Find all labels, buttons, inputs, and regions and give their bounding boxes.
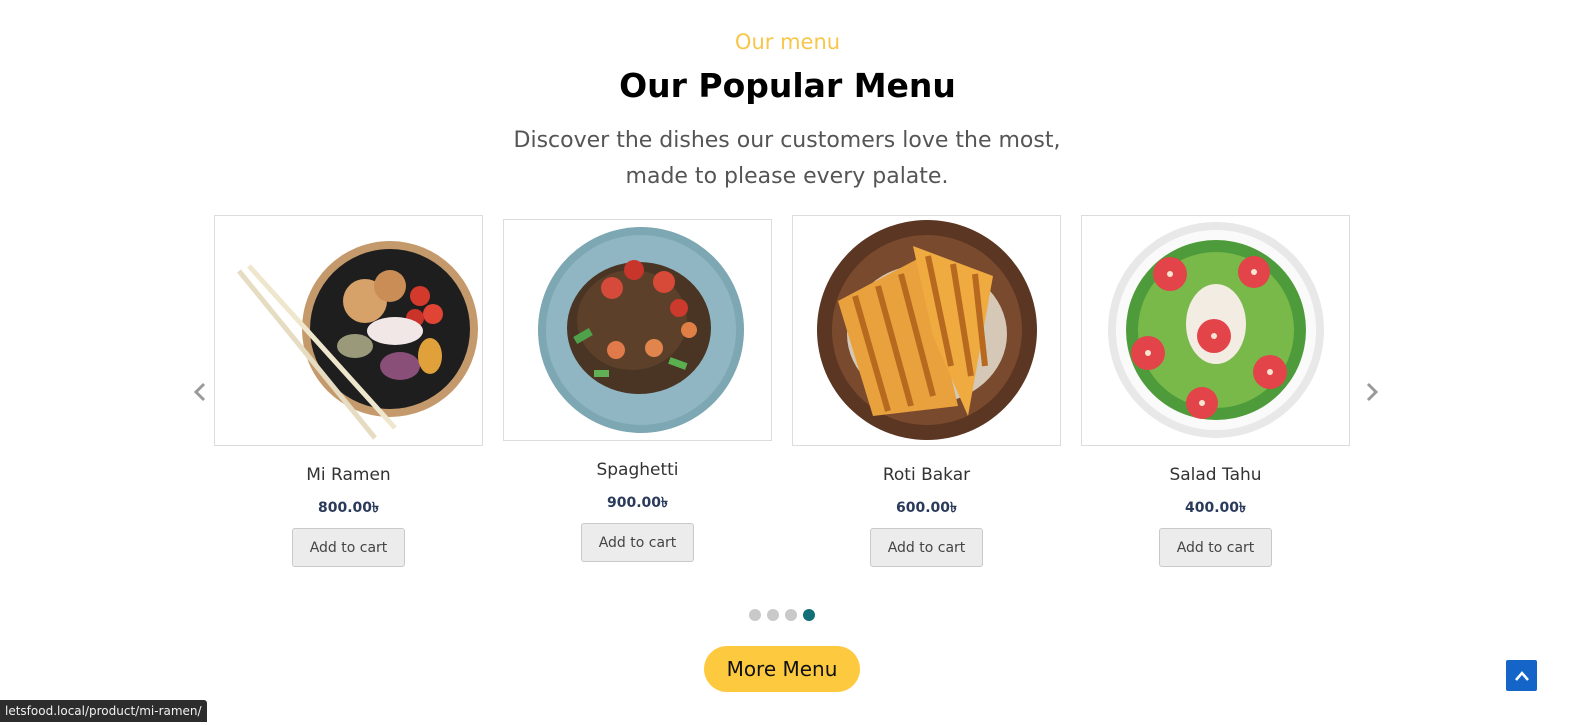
carousel-dot[interactable] [767, 609, 779, 621]
toast-plate-image [817, 220, 1037, 440]
add-to-cart-button[interactable]: Add to cart [1159, 528, 1272, 567]
status-bar-url: letsfood.local/product/mi-ramen/ [0, 700, 207, 722]
product-image-ramen[interactable] [214, 215, 483, 446]
product-card: Roti Bakar 600.00৳ Add to cart [792, 215, 1061, 567]
product-card: Spaghetti 900.00৳ Add to cart [503, 219, 772, 562]
product-name[interactable]: Roti Bakar [792, 465, 1061, 487]
product-card: Salad Tahu 400.00৳ Add to cart [1081, 215, 1350, 567]
product-card: Mi Ramen 800.00৳ Add to cart [214, 215, 483, 567]
carousel-dot-active[interactable] [803, 609, 815, 621]
product-image-roti-bakar[interactable] [792, 215, 1061, 446]
ramen-bowl-image [237, 241, 478, 440]
arrow-up-icon [1514, 670, 1529, 681]
chevron-left-icon [193, 382, 206, 402]
carousel-next-button[interactable] [1362, 380, 1382, 404]
product-name[interactable]: Mi Ramen [214, 465, 483, 487]
more-menu-button[interactable]: More Menu [704, 646, 860, 692]
chevron-right-icon [1366, 382, 1379, 402]
section-title: Our Popular Menu [619, 66, 956, 105]
section-subtitle: Discover the dishes our customers love t… [513, 128, 1061, 189]
carousel-pagination [749, 609, 815, 621]
product-name[interactable]: Salad Tahu [1081, 465, 1350, 487]
carousel-dot[interactable] [785, 609, 797, 621]
product-price: 800.00৳ [318, 500, 379, 516]
spaghetti-plate-image [538, 227, 744, 433]
section-eyebrow: Our menu [734, 30, 841, 54]
product-price: 400.00৳ [1185, 500, 1246, 516]
carousel-dot[interactable] [749, 609, 761, 621]
add-to-cart-button[interactable]: Add to cart [292, 528, 405, 567]
add-to-cart-button[interactable]: Add to cart [581, 523, 694, 562]
add-to-cart-button[interactable]: Add to cart [870, 528, 983, 567]
carousel-prev-button[interactable] [190, 380, 210, 404]
scroll-to-top-button[interactable] [1506, 660, 1537, 691]
product-name[interactable]: Spaghetti [503, 460, 772, 482]
product-price: 600.00৳ [896, 500, 957, 516]
salad-bowl-image [1108, 222, 1324, 438]
product-price: 900.00৳ [607, 495, 668, 511]
product-image-salad-tahu[interactable] [1081, 215, 1350, 446]
product-image-spaghetti[interactable] [503, 219, 772, 441]
